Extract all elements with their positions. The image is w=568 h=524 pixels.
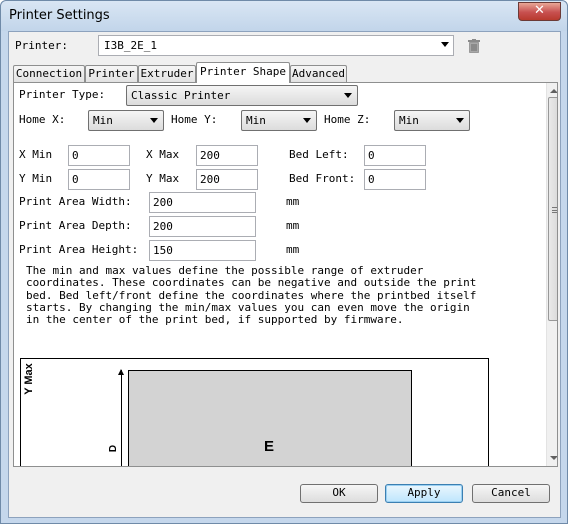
scroll-thumb[interactable] [548, 97, 557, 321]
tab-connection[interactable]: Connection [13, 65, 85, 82]
print-area-width-field[interactable]: 200 [149, 192, 256, 213]
description-text: The min and max values define the possib… [26, 264, 477, 327]
print-area-height-label: Print Area Height: [19, 243, 139, 256]
printer-shape-diagram: Y Max D E [20, 358, 489, 466]
home-y-select[interactable]: Min [241, 110, 317, 131]
bed-left-label: Bed Left: [289, 148, 349, 161]
home-y-label: Home Y: [171, 113, 218, 126]
tab-extruder[interactable]: Extruder [138, 65, 196, 82]
tab-printer[interactable]: Printer [85, 65, 138, 82]
x-max-field[interactable]: 200 [196, 145, 258, 166]
printer-select[interactable]: I3B_2E_1 [98, 35, 454, 56]
grip-icon [552, 207, 557, 213]
y-max-field[interactable]: 200 [196, 169, 258, 190]
scroll-down-icon[interactable] [550, 456, 557, 460]
arrow-up-icon [118, 369, 124, 375]
bed-front-label: Bed Front: [289, 172, 356, 185]
title-bar[interactable]: Printer Settings ✕ [1, 1, 567, 31]
tab-printer-shape[interactable]: Printer Shape [196, 62, 290, 83]
depth-dimension-line [121, 370, 122, 466]
chevron-down-icon [150, 118, 158, 123]
print-area-depth-label: Print Area Depth: [19, 219, 132, 232]
tab-advanced[interactable]: Advanced [290, 65, 347, 82]
bed-front-field[interactable]: 0 [364, 169, 426, 190]
ok-button[interactable]: OK [300, 484, 378, 503]
x-min-label: X Min [19, 148, 53, 161]
y-max-label: Y Max [146, 172, 180, 185]
printer-label: Printer: [15, 39, 68, 52]
chevron-down-icon [456, 118, 464, 123]
home-z-select[interactable]: Min [394, 110, 470, 131]
printer-type-label: Printer Type: [19, 88, 106, 101]
home-y-value: Min [246, 114, 266, 127]
print-bed: E [128, 370, 412, 466]
y-min-label: Y Min [19, 172, 53, 185]
x-min-field[interactable]: 0 [68, 145, 130, 166]
bed-left-field[interactable]: 0 [364, 145, 426, 166]
trash-icon[interactable] [468, 39, 480, 53]
printer-select-value: I3B_2E_1 [104, 39, 157, 52]
home-x-value: Min [93, 114, 113, 127]
x-max-label: X Max [146, 148, 180, 161]
depth-dimension-label: D [108, 444, 120, 453]
print-area-height-field[interactable]: 150 [149, 240, 256, 261]
home-x-label: Home X: [19, 113, 66, 126]
print-area-depth-field[interactable]: 200 [149, 216, 256, 237]
vertical-scrollbar[interactable] [546, 83, 557, 466]
home-z-value: Min [399, 114, 419, 127]
cancel-button[interactable]: Cancel [472, 484, 550, 503]
chevron-down-icon [344, 93, 352, 98]
scroll-up-icon[interactable] [550, 89, 557, 93]
chevron-down-icon [441, 42, 449, 47]
depth-unit: mm [286, 219, 300, 232]
y-min-field[interactable]: 0 [68, 169, 130, 190]
home-x-select[interactable]: Min [88, 110, 164, 131]
printer-shape-panel: Printer Type: Classic Printer Home X: Mi… [13, 82, 558, 467]
printer-type-select[interactable]: Classic Printer [126, 85, 358, 106]
height-unit: mm [286, 243, 300, 256]
apply-button[interactable]: Apply [385, 484, 463, 503]
printer-settings-window: Printer Settings ✕ Printer: I3B_2E_1 Con… [0, 0, 568, 524]
window-title: Printer Settings [9, 8, 110, 23]
dialog-client: Printer: I3B_2E_1 Connection Printer Ext… [8, 31, 561, 518]
y-max-axis-label: Y Max [22, 363, 35, 395]
printer-type-value: Classic Printer [131, 89, 231, 102]
print-bed-label: E [264, 438, 275, 455]
chevron-down-icon [303, 118, 311, 123]
width-unit: mm [286, 195, 300, 208]
close-button[interactable]: ✕ [518, 2, 561, 21]
print-area-width-label: Print Area Width: [19, 195, 132, 208]
home-z-label: Home Z: [324, 113, 371, 126]
